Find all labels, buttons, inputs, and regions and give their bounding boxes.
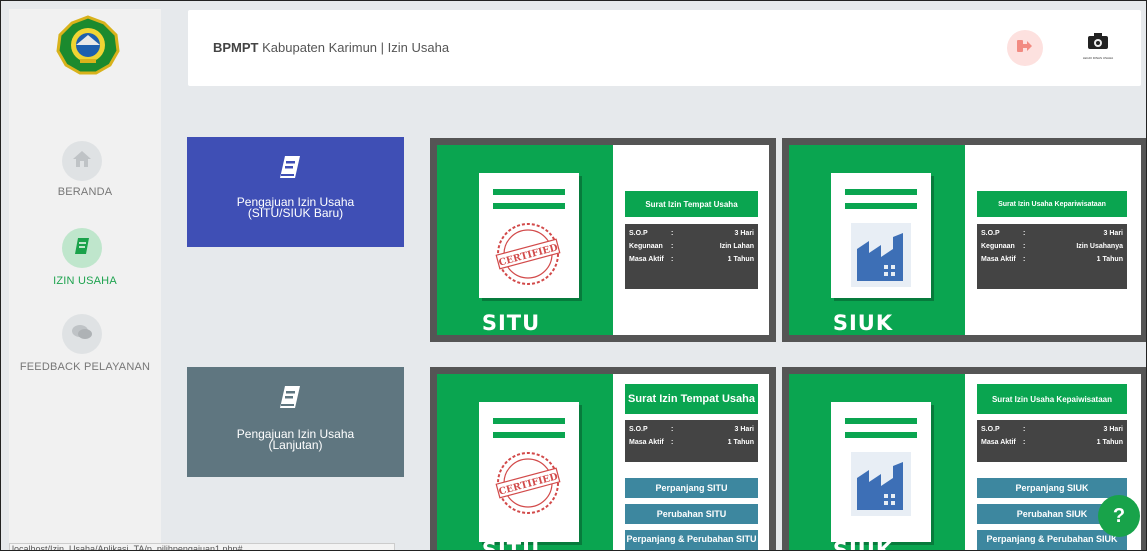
perubahan-situ-button[interactable]: Perubahan SITU bbox=[625, 504, 758, 524]
detail-row: Masa Aktif:1 Tahun bbox=[981, 439, 1123, 446]
header-subtitle: Kabupaten Karimun | Izin Usaha bbox=[262, 40, 450, 55]
detail-row: S.O.P:3 Hari bbox=[981, 426, 1123, 433]
card-heading: Surat Izin Tempat Usaha bbox=[625, 191, 758, 217]
card-details: S.O.P:3 Hari Masa Aktif:1 Tahun bbox=[977, 420, 1127, 462]
book-icon bbox=[279, 385, 301, 414]
card-green-panel: CERTIFIED SITU bbox=[437, 145, 613, 335]
camera-icon bbox=[1087, 32, 1109, 55]
certified-stamp-icon: CERTIFIED bbox=[495, 450, 561, 521]
tile-line2: (SITU/SIUK Baru) bbox=[247, 206, 344, 220]
card-situ-new[interactable]: CERTIFIED SITU Surat Izin Tempat Usaha S… bbox=[430, 138, 776, 342]
card-details: S.O.P:3 Hari Masa Aktif:1 Tahun bbox=[625, 420, 758, 462]
tile-line2: (Lanjutan) bbox=[268, 438, 323, 452]
perpanjang-situ-button[interactable]: Perpanjang SITU bbox=[625, 478, 758, 498]
document-icon bbox=[831, 402, 931, 542]
header-org: BPMPT bbox=[213, 40, 259, 55]
detail-row: S.O.P:3 Hari bbox=[629, 230, 754, 237]
card-situ-lanjutan[interactable]: CERTIFIED SITU Surat Izin Tempat Usaha S… bbox=[430, 367, 776, 551]
card-name: SIUK bbox=[832, 311, 894, 335]
sidebar: BERANDA IZIN USAHA FEEDBACK PELAYANAN bbox=[9, 9, 161, 550]
book-icon bbox=[279, 155, 301, 184]
card-siuk-new[interactable]: SIUK Surat Izin Usaha Kepariwisataan S.O… bbox=[782, 138, 1146, 342]
karimun-logo bbox=[52, 15, 124, 75]
document-icon: CERTIFIED bbox=[479, 173, 579, 298]
detail-row: Masa Aktif:1 Tahun bbox=[981, 256, 1123, 263]
app-window: BERANDA IZIN USAHA FEEDBACK PELAYANAN BP… bbox=[0, 0, 1147, 551]
detail-row: Kegunaan: Izin Lahan bbox=[629, 243, 754, 250]
document-icon: CERTIFIED bbox=[479, 402, 579, 542]
detail-row: Kegunaan: Izin Usahanya bbox=[981, 243, 1123, 250]
nav-beranda-button[interactable] bbox=[62, 141, 102, 181]
avatar[interactable]: LEGIO DINAS USAHA bbox=[1076, 24, 1120, 68]
card-heading: Surat Izin Tempat Usaha bbox=[625, 384, 758, 414]
nav-feedback-label[interactable]: FEEDBACK PELAYANAN bbox=[9, 361, 161, 373]
card-siuk-lanjutan[interactable]: SIUK Surat Izin Usaha Kepaiwisataan S.O.… bbox=[782, 367, 1146, 551]
card-name: SITU bbox=[481, 538, 541, 551]
logout-button[interactable] bbox=[1007, 30, 1043, 66]
home-icon bbox=[72, 150, 92, 173]
document-icon bbox=[831, 173, 931, 298]
status-bar-url: localhost/Izin_Usaha/Aplikasi_TA/p_pilih… bbox=[9, 543, 395, 550]
perpanjang-perubahan-situ-button[interactable]: Perpanjang & Perubahan SITU bbox=[625, 530, 758, 550]
card-green-panel: SIUK bbox=[789, 145, 965, 335]
sign-out-icon bbox=[1017, 39, 1033, 58]
card-details: S.O.P:3 Hari Kegunaan: Izin Lahan Masa Ak… bbox=[625, 224, 758, 289]
perpanjang-perubahan-siuk-button[interactable]: Perpanjang & Perubahan SIUK bbox=[977, 530, 1127, 550]
nav-beranda-label[interactable]: BERANDA bbox=[9, 186, 161, 198]
factory-icon bbox=[851, 452, 911, 521]
detail-row: Masa Aktif:1 Tahun bbox=[629, 439, 754, 446]
card-heading: Surat Izin Usaha Kepariwisataan bbox=[977, 191, 1127, 217]
avatar-caption: LEGIO DINAS USAHA bbox=[1082, 56, 1114, 60]
card-info-panel: Surat Izin Tempat Usaha S.O.P:3 Hari Keg… bbox=[613, 145, 769, 335]
card-green-panel: CERTIFIED SITU bbox=[437, 374, 613, 551]
help-button[interactable]: ? bbox=[1098, 495, 1140, 537]
header-title: BPMPT Kabupaten Karimun | Izin Usaha bbox=[213, 40, 449, 55]
nav-izin-usaha-button[interactable] bbox=[62, 228, 102, 268]
card-heading: Surat Izin Usaha Kepaiwisataan bbox=[977, 384, 1127, 414]
perpanjang-siuk-button[interactable]: Perpanjang SIUK bbox=[977, 478, 1127, 498]
card-info-panel: Surat Izin Tempat Usaha S.O.P:3 Hari Mas… bbox=[613, 374, 769, 550]
card-green-panel: SIUK bbox=[789, 374, 965, 551]
card-name: SITU bbox=[481, 311, 541, 335]
top-header: BPMPT Kabupaten Karimun | Izin Usaha LEG… bbox=[188, 10, 1141, 86]
book-icon bbox=[74, 237, 90, 260]
card-details: S.O.P:3 Hari Kegunaan: Izin Usahanya Masa… bbox=[977, 224, 1127, 289]
nav-feedback-button[interactable] bbox=[62, 314, 102, 354]
card-name: SIUK bbox=[832, 538, 894, 551]
comments-icon bbox=[71, 324, 93, 345]
tile-pengajuan-lanjutan[interactable]: Pengajuan Izin Usaha (Lanjutan) bbox=[187, 367, 404, 477]
card-info-panel: Surat Izin Usaha Kepariwisataan S.O.P:3 … bbox=[965, 145, 1141, 335]
certified-stamp-icon: CERTIFIED bbox=[495, 221, 561, 292]
detail-row: Masa Aktif:1 Tahun bbox=[629, 256, 754, 263]
factory-icon bbox=[851, 223, 911, 292]
detail-row: S.O.P:3 Hari bbox=[629, 426, 754, 433]
detail-row: S.O.P:3 Hari bbox=[981, 230, 1123, 237]
tile-pengajuan-baru[interactable]: Pengajuan Izin Usaha (SITU/SIUK Baru) bbox=[187, 137, 404, 247]
nav-izin-usaha-label[interactable]: IZIN USAHA bbox=[9, 275, 161, 287]
question-icon: ? bbox=[1112, 504, 1126, 527]
